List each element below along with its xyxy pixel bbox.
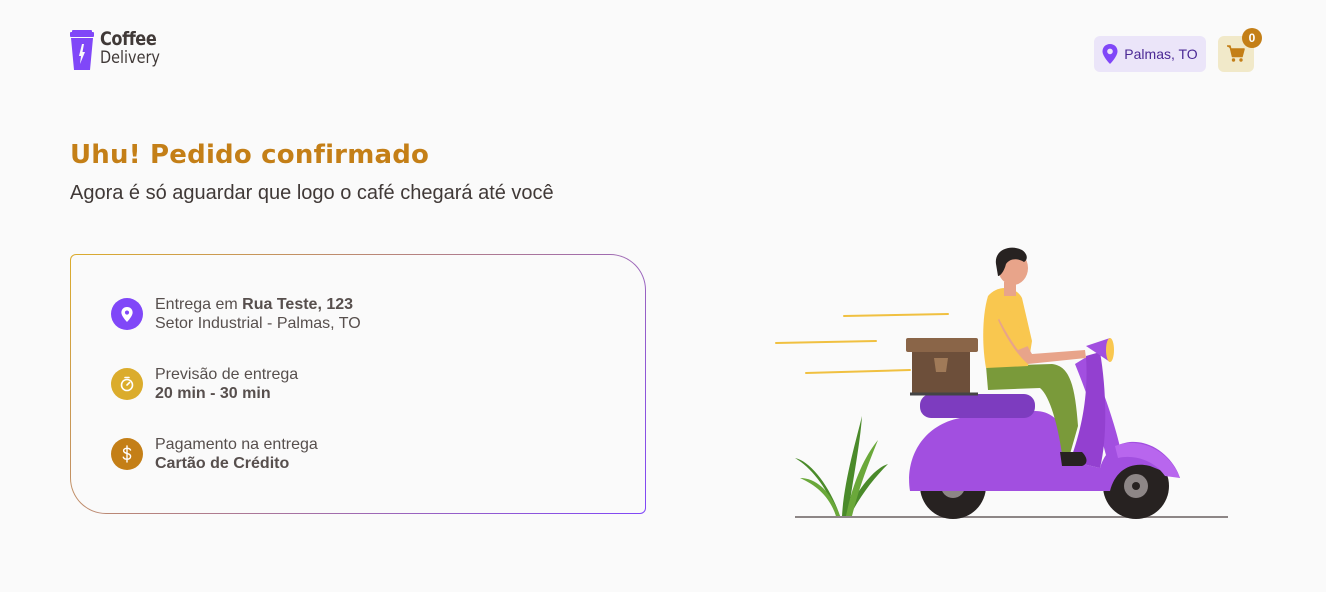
map-pin-icon	[111, 298, 143, 330]
delivery-forecast-info: Previsão de entrega 20 min - 30 min	[111, 365, 298, 403]
delivery-address-info: Entrega em Rua Teste, 123 Setor Industri…	[111, 295, 361, 333]
currency-dollar-icon	[111, 438, 143, 470]
forecast-label: Previsão de entrega	[155, 366, 299, 383]
logo-title: Coffee	[100, 28, 157, 50]
page-title: Uhu! Pedido confirmado	[70, 140, 430, 170]
page-subtitle: Agora é só aguardar que logo o café cheg…	[70, 182, 554, 204]
delivery-area: Setor Industrial - Palmas, TO	[155, 315, 361, 332]
order-info-card: Entrega em Rua Teste, 123 Setor Industri…	[70, 254, 646, 514]
coffee-cup-icon	[70, 30, 94, 70]
payment-info: Pagamento na entrega Cartão de Crédito	[111, 435, 318, 473]
logo[interactable]: Coffee Delivery	[70, 30, 171, 70]
location-label: Palmas, TO	[1124, 46, 1198, 62]
delivery-prefix: Entrega em	[155, 296, 243, 313]
delivery-scooter-illustration	[775, 247, 1228, 519]
location-button[interactable]: Palmas, TO	[1094, 36, 1206, 72]
timer-icon	[111, 368, 143, 400]
map-pin-icon	[1102, 44, 1118, 64]
forecast-value: 20 min - 30 min	[155, 385, 271, 402]
payment-value: Cartão de Crédito	[155, 455, 290, 472]
logo-subtitle: Delivery	[100, 48, 160, 68]
shopping-cart-icon	[1227, 45, 1245, 62]
delivery-street: Rua Teste, 123	[242, 296, 354, 313]
payment-label: Pagamento na entrega	[155, 436, 318, 453]
cart-count-badge: 0	[1242, 28, 1262, 48]
